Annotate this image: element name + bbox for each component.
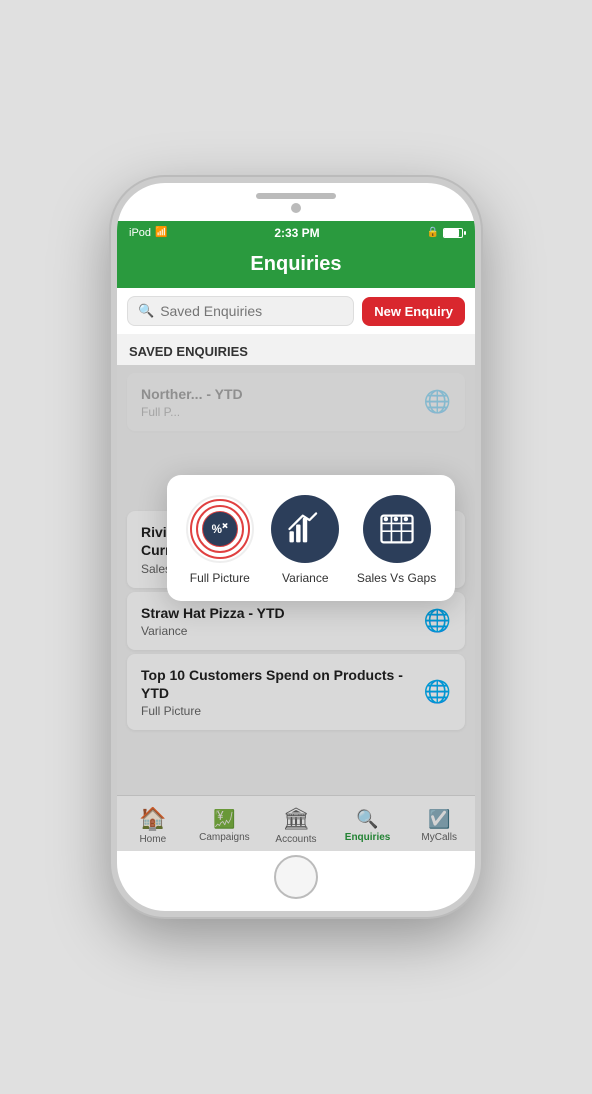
nav-label-mycalls: MyCalls — [421, 832, 457, 843]
device-label: iPod — [129, 227, 151, 239]
search-area: 🔍 New Enquiry — [117, 288, 475, 334]
nav-item-home[interactable]: 🏠 Home — [117, 806, 189, 845]
list-item-title: Top 10 Customers Spend on Products - YTD — [141, 666, 416, 702]
nav-label-campaigns: Campaigns — [199, 832, 250, 843]
sales-vs-gaps-icon-circle — [363, 495, 431, 563]
globe-icon: 🌐 — [424, 608, 451, 634]
header-title: Enquiries — [250, 253, 341, 275]
lock-icon: 🔒 — [427, 227, 439, 238]
enquiries-icon: 🔍 — [356, 809, 378, 830]
nav-label-enquiries: Enquiries — [345, 832, 391, 843]
list-item[interactable]: Norther... - YTD Full P... 🌐 — [127, 373, 465, 431]
mycalls-icon: ☑️ — [428, 809, 450, 830]
percent-arrow-icon: % — [210, 519, 230, 539]
nav-item-accounts[interactable]: 🏛 Accounts — [260, 806, 332, 845]
sales-vs-gaps-chart-icon — [377, 509, 417, 549]
popup-item-sales-vs-gaps[interactable]: Sales Vs Gaps — [357, 495, 436, 585]
time-display: 2:33 PM — [274, 226, 319, 240]
list-item-title: Norther... - YTD — [141, 385, 416, 403]
wifi-icon: 📶 — [155, 227, 167, 238]
search-icon: 🔍 — [138, 303, 154, 319]
accounts-icon: 🏛 — [282, 806, 310, 832]
saved-section-label: SAVED ENQUIRIES — [117, 334, 475, 365]
svg-text:%: % — [211, 523, 222, 536]
nav-label-home: Home — [139, 834, 166, 845]
popup-item-full-picture[interactable]: % Full Picture — [186, 495, 254, 585]
nav-item-enquiries[interactable]: 🔍 Enquiries — [332, 809, 404, 843]
status-bar: iPod 📶 2:33 PM 🔒 — [117, 221, 475, 243]
search-input[interactable] — [160, 303, 343, 319]
search-box[interactable]: 🔍 — [127, 296, 354, 326]
home-button[interactable] — [274, 855, 318, 899]
popup-item-variance[interactable]: Variance — [271, 495, 339, 585]
nav-item-mycalls[interactable]: ☑️ MyCalls — [403, 809, 475, 843]
bottom-nav: 🏠 Home 💹 Campaigns 🏛 Accounts 🔍 Enquirie… — [117, 795, 475, 851]
variance-chart-icon — [285, 509, 325, 549]
popup-label-sales-vs-gaps: Sales Vs Gaps — [357, 571, 436, 585]
list-item-subtitle: Full Picture — [141, 704, 416, 718]
variance-icon-circle — [271, 495, 339, 563]
list-item-title: Straw Hat Pizza - YTD — [141, 604, 416, 622]
globe-icon: 🌐 — [424, 679, 451, 705]
app-header: Enquiries — [117, 243, 475, 288]
globe-icon: 🌐 — [424, 389, 451, 415]
list-item-subtitle: Full P... — [141, 405, 416, 419]
popup-label-full-picture: Full Picture — [190, 571, 250, 585]
home-icon: 🏠 — [139, 806, 166, 832]
battery-icon — [443, 228, 463, 238]
campaigns-icon: 💹 — [213, 809, 235, 830]
nav-item-campaigns[interactable]: 💹 Campaigns — [189, 809, 261, 843]
popup-label-variance: Variance — [282, 571, 328, 585]
list-item-subtitle: Variance — [141, 624, 416, 638]
list-item[interactable]: Top 10 Customers Spend on Products - YTD… — [127, 654, 465, 730]
popup-card: % Full Picture — [167, 475, 455, 601]
nav-label-accounts: Accounts — [275, 834, 316, 845]
new-enquiry-button[interactable]: New Enquiry — [362, 297, 465, 326]
full-picture-icon: % — [186, 495, 254, 563]
